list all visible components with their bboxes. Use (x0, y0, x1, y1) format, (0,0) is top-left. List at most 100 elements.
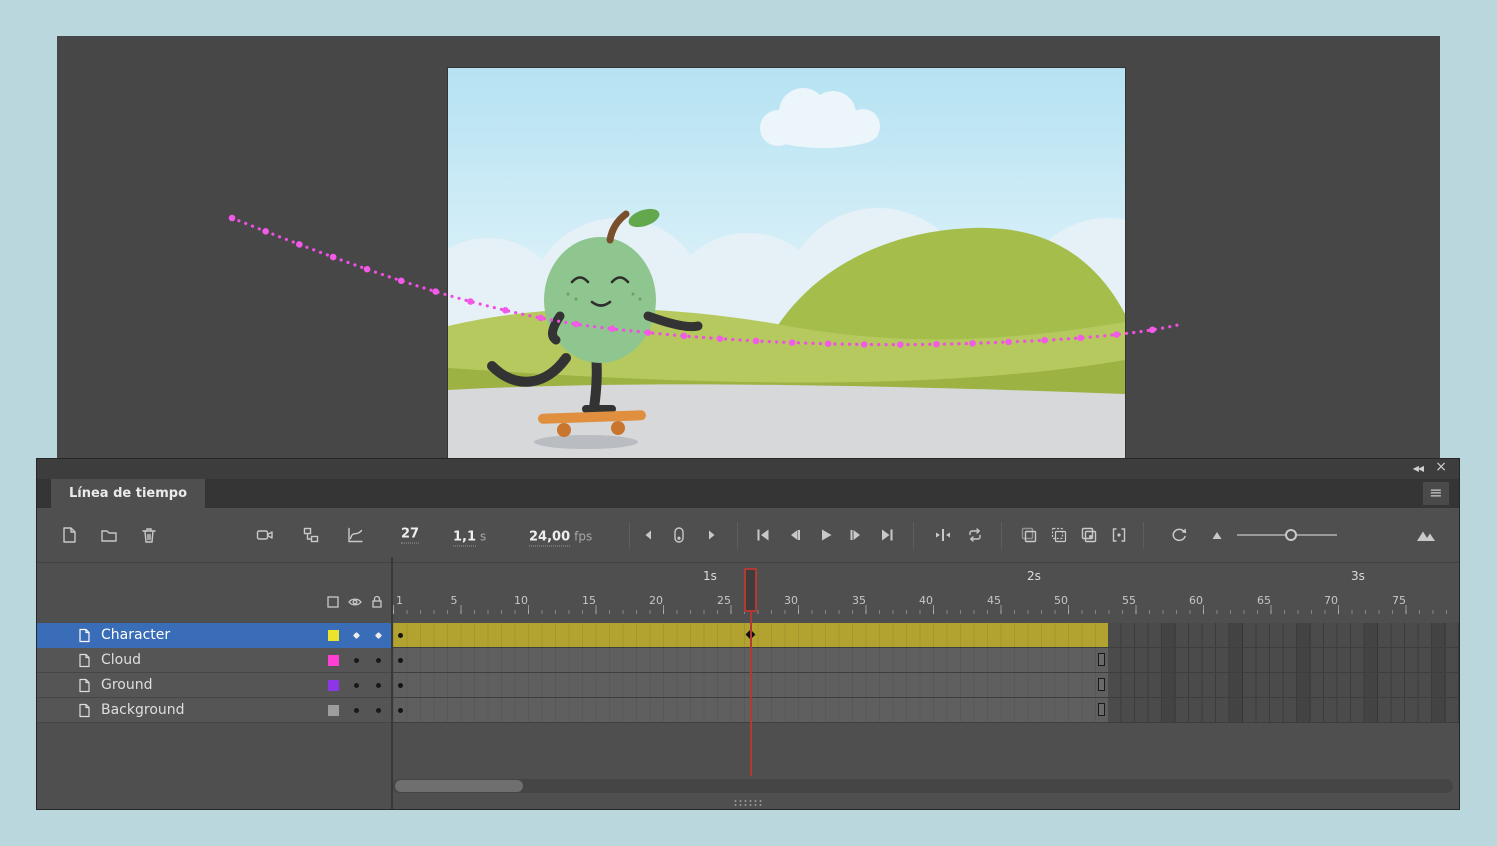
timeline-toolbar: 27 1,1 s 24,00 fps (37, 508, 1459, 612)
toolbar-divider (913, 522, 914, 549)
layer-row-background[interactable]: Background (37, 698, 391, 723)
onion-range-marker[interactable] (669, 525, 689, 545)
stage-pasteboard[interactable] (57, 36, 1440, 458)
frame-rows (393, 623, 1459, 723)
close-panel-icon[interactable]: × (1435, 459, 1447, 475)
layer-list: Character Cloud Ground Background (37, 623, 391, 723)
layer-name: Cloud (101, 652, 141, 668)
zoom-in-frames-icon[interactable] (1415, 525, 1437, 545)
layer-visibility-dot[interactable] (354, 683, 359, 688)
layer-row-character[interactable]: Character (37, 623, 391, 648)
collapse-panel-icon[interactable]: ◀◀ (1413, 464, 1424, 473)
panel-titlebar: ◀◀ × (37, 459, 1459, 479)
ruler-second-label: 3s (1351, 569, 1365, 583)
layer-color-swatch[interactable] (328, 655, 339, 666)
loop-playback-button[interactable] (965, 525, 985, 545)
step-forward-button[interactable] (846, 525, 866, 545)
lock-column-icon[interactable] (369, 594, 385, 614)
keyframe-dot[interactable] (398, 683, 403, 688)
elapsed-time-unit: s (480, 529, 487, 544)
layer-row-ground[interactable]: Ground (37, 673, 391, 698)
layer-lock-dot[interactable] (376, 683, 381, 688)
span-end-marker[interactable] (1098, 678, 1105, 691)
step-back-button[interactable] (784, 525, 804, 545)
ruler-second-label: 1s (703, 569, 717, 583)
layer-icon (77, 628, 92, 643)
ruler-second-label: 2s (1027, 569, 1041, 583)
timeline-ruler[interactable]: 1s 2s 3s 1 5 10 15 20 25 30 35 40 45 50 … (393, 563, 1459, 623)
span-end-marker[interactable] (1098, 653, 1105, 666)
keyframe-dot[interactable] (398, 658, 403, 663)
column-divider (391, 557, 393, 612)
frame-rate-field[interactable]: 24,00 fps (529, 526, 593, 547)
layer-parenting-button[interactable] (301, 525, 321, 545)
tab-timeline[interactable]: Línea de tiempo (51, 479, 206, 508)
modify-markers-button[interactable] (1109, 525, 1129, 545)
zoom-out-frames-icon[interactable] (1207, 525, 1227, 545)
keyframe-dot[interactable] (398, 708, 403, 713)
delete-layer-button[interactable] (139, 525, 159, 545)
fps-unit: fps (574, 529, 593, 544)
go-to-first-frame-button[interactable] (753, 525, 773, 545)
frame-row-ground[interactable] (393, 673, 1459, 698)
elapsed-time-field[interactable]: 1,1 s (453, 526, 487, 547)
empty-frames-grid[interactable] (1108, 623, 1459, 647)
playhead-line[interactable] (750, 612, 752, 776)
onion-prev-marker-button[interactable] (639, 525, 659, 545)
graph-editor-button[interactable] (345, 525, 365, 545)
playhead-marker[interactable] (744, 568, 757, 612)
layer-visibility-dot[interactable] (354, 658, 359, 663)
fps-value[interactable]: 24,00 (529, 529, 571, 547)
empty-frames-grid[interactable] (1108, 673, 1459, 697)
layer-visibility-dot[interactable] (354, 708, 359, 713)
timeline-zoom-slider-knob[interactable] (1285, 529, 1297, 541)
empty-frames-grid[interactable] (1108, 648, 1459, 672)
layer-icon (77, 653, 92, 668)
layer-color-swatch[interactable] (328, 680, 339, 691)
visibility-column-icon[interactable] (347, 594, 363, 614)
center-frame-button[interactable] (933, 525, 953, 545)
frame-row-cloud[interactable] (393, 648, 1459, 673)
horizontal-scrollbar-track[interactable] (393, 779, 1453, 793)
scene-artwork (448, 68, 1125, 458)
layer-color-swatch[interactable] (328, 705, 339, 716)
panel-tabbar: Línea de tiempo ≡ (37, 479, 1459, 508)
layer-name: Background (101, 702, 185, 718)
outline-mode-icon[interactable] (325, 594, 341, 614)
camera-button[interactable] (255, 525, 275, 545)
edit-multiple-frames-button[interactable] (1079, 525, 1099, 545)
play-button[interactable] (815, 525, 835, 545)
layer-lock-dot[interactable] (376, 658, 381, 663)
toolbar-divider (629, 522, 630, 549)
current-frame-field[interactable]: 27 (401, 527, 420, 544)
onion-skin-button[interactable] (1019, 525, 1039, 545)
timeline-panel: ◀◀ × Línea de tiempo ≡ 27 1,1 s 24,00 fps (36, 458, 1460, 810)
layer-icon (77, 703, 92, 718)
timeline-body: Character Cloud Ground Background 1s 2s … (37, 563, 1459, 809)
panel-resize-grip[interactable] (733, 799, 763, 806)
character-shadow (534, 435, 638, 449)
go-to-last-frame-button[interactable] (877, 525, 897, 545)
panel-menu-icon[interactable]: ≡ (1423, 482, 1449, 505)
layer-lock-dot[interactable] (374, 631, 383, 640)
horizontal-scrollbar-thumb[interactable] (395, 780, 523, 792)
span-end-marker[interactable] (1098, 703, 1105, 716)
ruler-minor-ticks (393, 610, 1459, 614)
layer-color-swatch[interactable] (328, 630, 339, 641)
reset-timeline-zoom-button[interactable] (1169, 525, 1189, 545)
layer-name: Character (101, 627, 171, 643)
onion-next-marker-button[interactable] (701, 525, 721, 545)
toolbar-divider (737, 522, 738, 549)
layer-lock-dot[interactable] (376, 708, 381, 713)
onion-skin-outlines-button[interactable] (1049, 525, 1069, 545)
layer-row-cloud[interactable]: Cloud (37, 648, 391, 673)
frame-row-background[interactable] (393, 698, 1459, 723)
keyframe-dot[interactable] (398, 633, 403, 638)
new-folder-button[interactable] (99, 525, 119, 545)
empty-frames-grid[interactable] (1108, 698, 1459, 722)
elapsed-time-value[interactable]: 1,1 (453, 529, 477, 547)
frame-row-character[interactable] (393, 623, 1459, 648)
stage-canvas[interactable] (448, 68, 1125, 458)
new-layer-button[interactable] (59, 525, 79, 545)
layer-visibility-dot[interactable] (352, 631, 361, 640)
